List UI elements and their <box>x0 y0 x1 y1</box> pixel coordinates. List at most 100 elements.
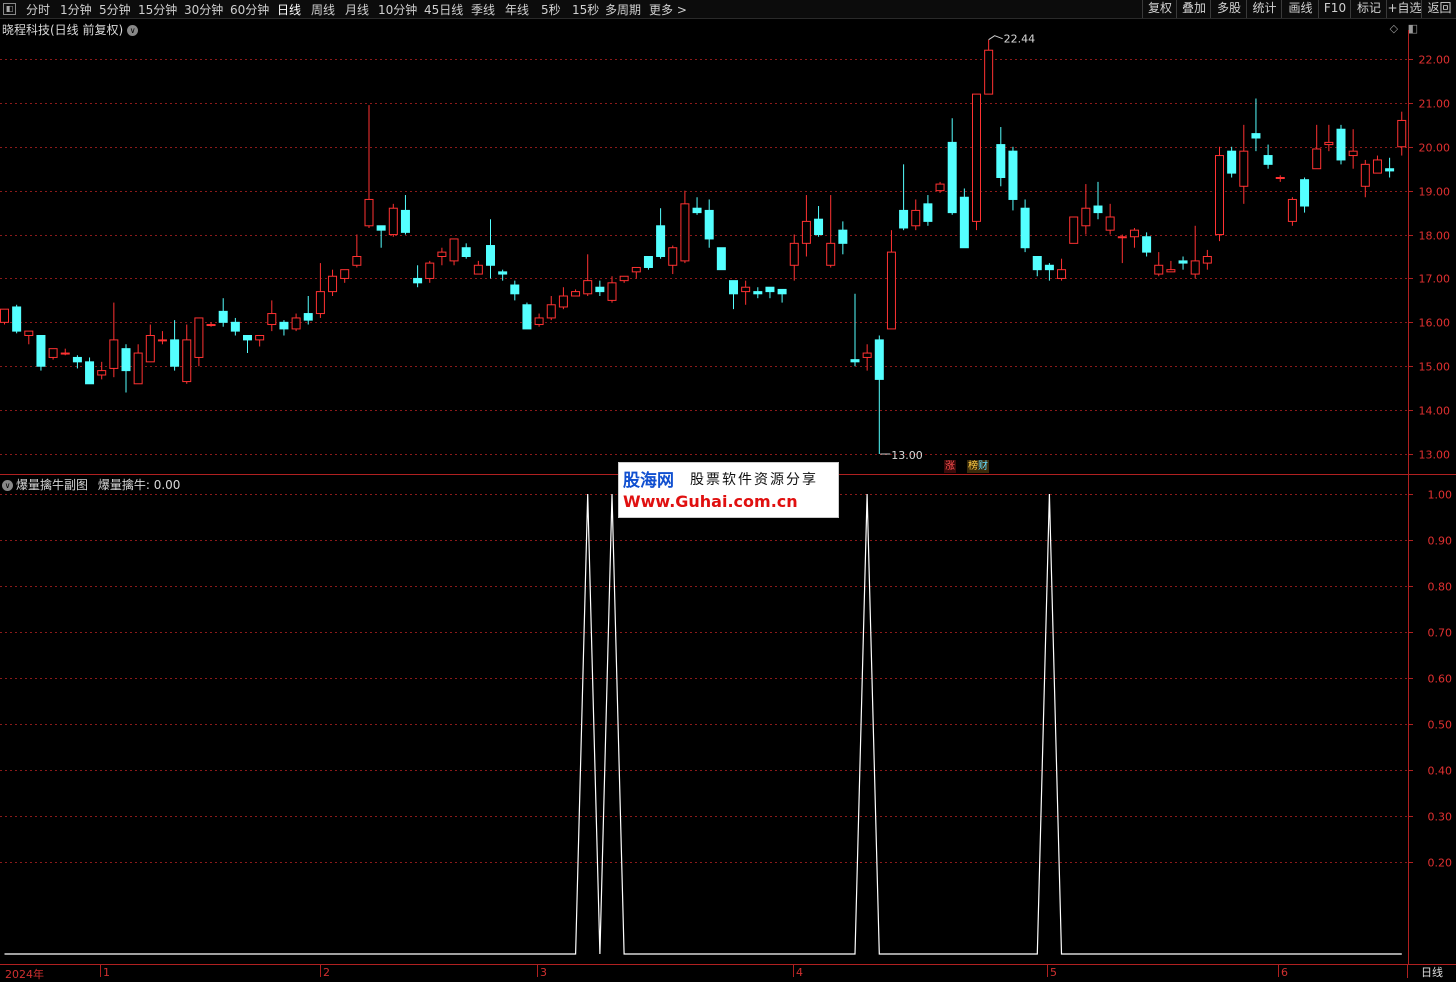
toolbar-button-0[interactable]: 复权 <box>1142 0 1177 18</box>
candle[interactable] <box>145 324 155 363</box>
candle[interactable] <box>546 296 556 321</box>
rank-tag[interactable]: 榜财 <box>967 460 989 473</box>
candle[interactable] <box>1202 249 1212 270</box>
candle[interactable] <box>376 225 386 248</box>
toolbar-button-1[interactable]: 叠加 <box>1176 0 1211 18</box>
candle[interactable] <box>85 357 95 385</box>
period-tab-15[interactable]: 多周期 <box>605 1 641 18</box>
candle[interactable] <box>437 247 447 266</box>
candle[interactable] <box>1032 256 1042 277</box>
candle[interactable] <box>486 219 495 279</box>
candle[interactable] <box>1251 98 1261 152</box>
panel-toggle-icon[interactable]: ◧ <box>3 3 16 15</box>
period-tab-4[interactable]: 30分钟 <box>184 1 223 18</box>
candle[interactable] <box>1081 184 1091 235</box>
candle[interactable] <box>97 361 107 380</box>
toolbar-button-7[interactable]: +自选 <box>1386 0 1422 18</box>
candle[interactable] <box>1190 225 1200 279</box>
candle[interactable] <box>12 304 22 334</box>
limit-up-tag[interactable]: 涨 <box>944 460 956 473</box>
candle[interactable] <box>911 199 921 231</box>
candle[interactable] <box>328 269 338 296</box>
candle[interactable] <box>850 293 860 367</box>
candle[interactable] <box>753 287 763 299</box>
candle[interactable] <box>267 300 277 332</box>
candle[interactable] <box>558 287 568 310</box>
period-tab-10[interactable]: 45日线 <box>424 1 463 18</box>
period-tab-14[interactable]: 15秒 <box>572 1 599 18</box>
candle[interactable] <box>838 221 848 255</box>
candle[interactable] <box>109 302 119 378</box>
candle[interactable] <box>1385 157 1395 178</box>
candle[interactable] <box>571 289 581 297</box>
candle[interactable] <box>413 265 423 288</box>
period-tab-2[interactable]: 5分钟 <box>99 1 131 18</box>
candle[interactable] <box>1178 256 1188 270</box>
candle[interactable] <box>777 288 787 303</box>
candle[interactable] <box>1360 159 1370 198</box>
candle[interactable] <box>826 195 836 268</box>
candle[interactable] <box>364 105 374 228</box>
candle[interactable] <box>886 230 896 330</box>
candle[interactable] <box>1397 111 1407 156</box>
candle[interactable] <box>1348 129 1358 169</box>
candle[interactable] <box>972 93 981 231</box>
candle[interactable] <box>425 260 435 283</box>
candle[interactable] <box>36 335 46 371</box>
candle[interactable] <box>862 344 872 371</box>
candle[interactable] <box>984 39 994 95</box>
candle[interactable] <box>1287 197 1297 226</box>
candle[interactable] <box>340 269 350 283</box>
period-tab-11[interactable]: 季线 <box>471 1 495 18</box>
period-tab-9[interactable]: 10分钟 <box>378 1 417 18</box>
candle[interactable] <box>643 256 653 270</box>
candle[interactable] <box>656 208 666 259</box>
period-tab-5[interactable]: 60分钟 <box>230 1 269 18</box>
candle[interactable] <box>1069 216 1079 244</box>
candle[interactable] <box>1275 175 1285 182</box>
candle[interactable] <box>24 330 34 345</box>
candle[interactable] <box>291 313 301 332</box>
candle[interactable] <box>607 276 617 303</box>
toolbar-button-4[interactable]: 画线 <box>1281 0 1319 18</box>
candle[interactable] <box>996 127 1006 187</box>
candle[interactable] <box>194 317 204 367</box>
period-tab-6[interactable]: 日线 <box>277 1 301 18</box>
toolbar-button-3[interactable]: 统计 <box>1246 0 1282 18</box>
candle[interactable] <box>230 317 240 336</box>
candle[interactable] <box>1117 234 1127 264</box>
candle[interactable] <box>1300 177 1310 213</box>
candle[interactable] <box>60 348 70 356</box>
candle[interactable] <box>461 243 471 259</box>
candle[interactable] <box>619 275 629 283</box>
candle[interactable] <box>534 313 544 327</box>
candle[interactable] <box>716 247 726 271</box>
toolbar-button-6[interactable]: 标记 <box>1350 0 1387 18</box>
candle[interactable] <box>388 203 398 237</box>
candle[interactable] <box>48 348 58 360</box>
candle[interactable] <box>741 280 751 305</box>
candle[interactable] <box>1312 124 1322 170</box>
candle[interactable] <box>729 280 738 310</box>
period-tab-12[interactable]: 年线 <box>505 1 529 18</box>
candle[interactable] <box>449 238 459 266</box>
candle[interactable] <box>583 254 593 296</box>
candle[interactable] <box>1129 227 1139 248</box>
candle[interactable] <box>947 118 957 215</box>
candle[interactable] <box>935 181 945 193</box>
candle[interactable] <box>874 335 884 455</box>
period-tab-16[interactable]: 更多 > <box>649 1 687 18</box>
candle[interactable] <box>315 263 325 318</box>
candle[interactable] <box>0 308 9 325</box>
candle[interactable] <box>1020 199 1030 253</box>
candle[interactable] <box>1166 260 1176 273</box>
candle[interactable] <box>704 199 714 248</box>
candle[interactable] <box>352 234 362 268</box>
candle[interactable] <box>121 344 131 393</box>
candle[interactable] <box>1008 146 1018 211</box>
toolbar-button-2[interactable]: 多股 <box>1210 0 1247 18</box>
candle[interactable] <box>522 302 532 330</box>
candle[interactable] <box>255 335 265 347</box>
candle[interactable] <box>789 234 799 281</box>
candle[interactable] <box>182 324 192 384</box>
